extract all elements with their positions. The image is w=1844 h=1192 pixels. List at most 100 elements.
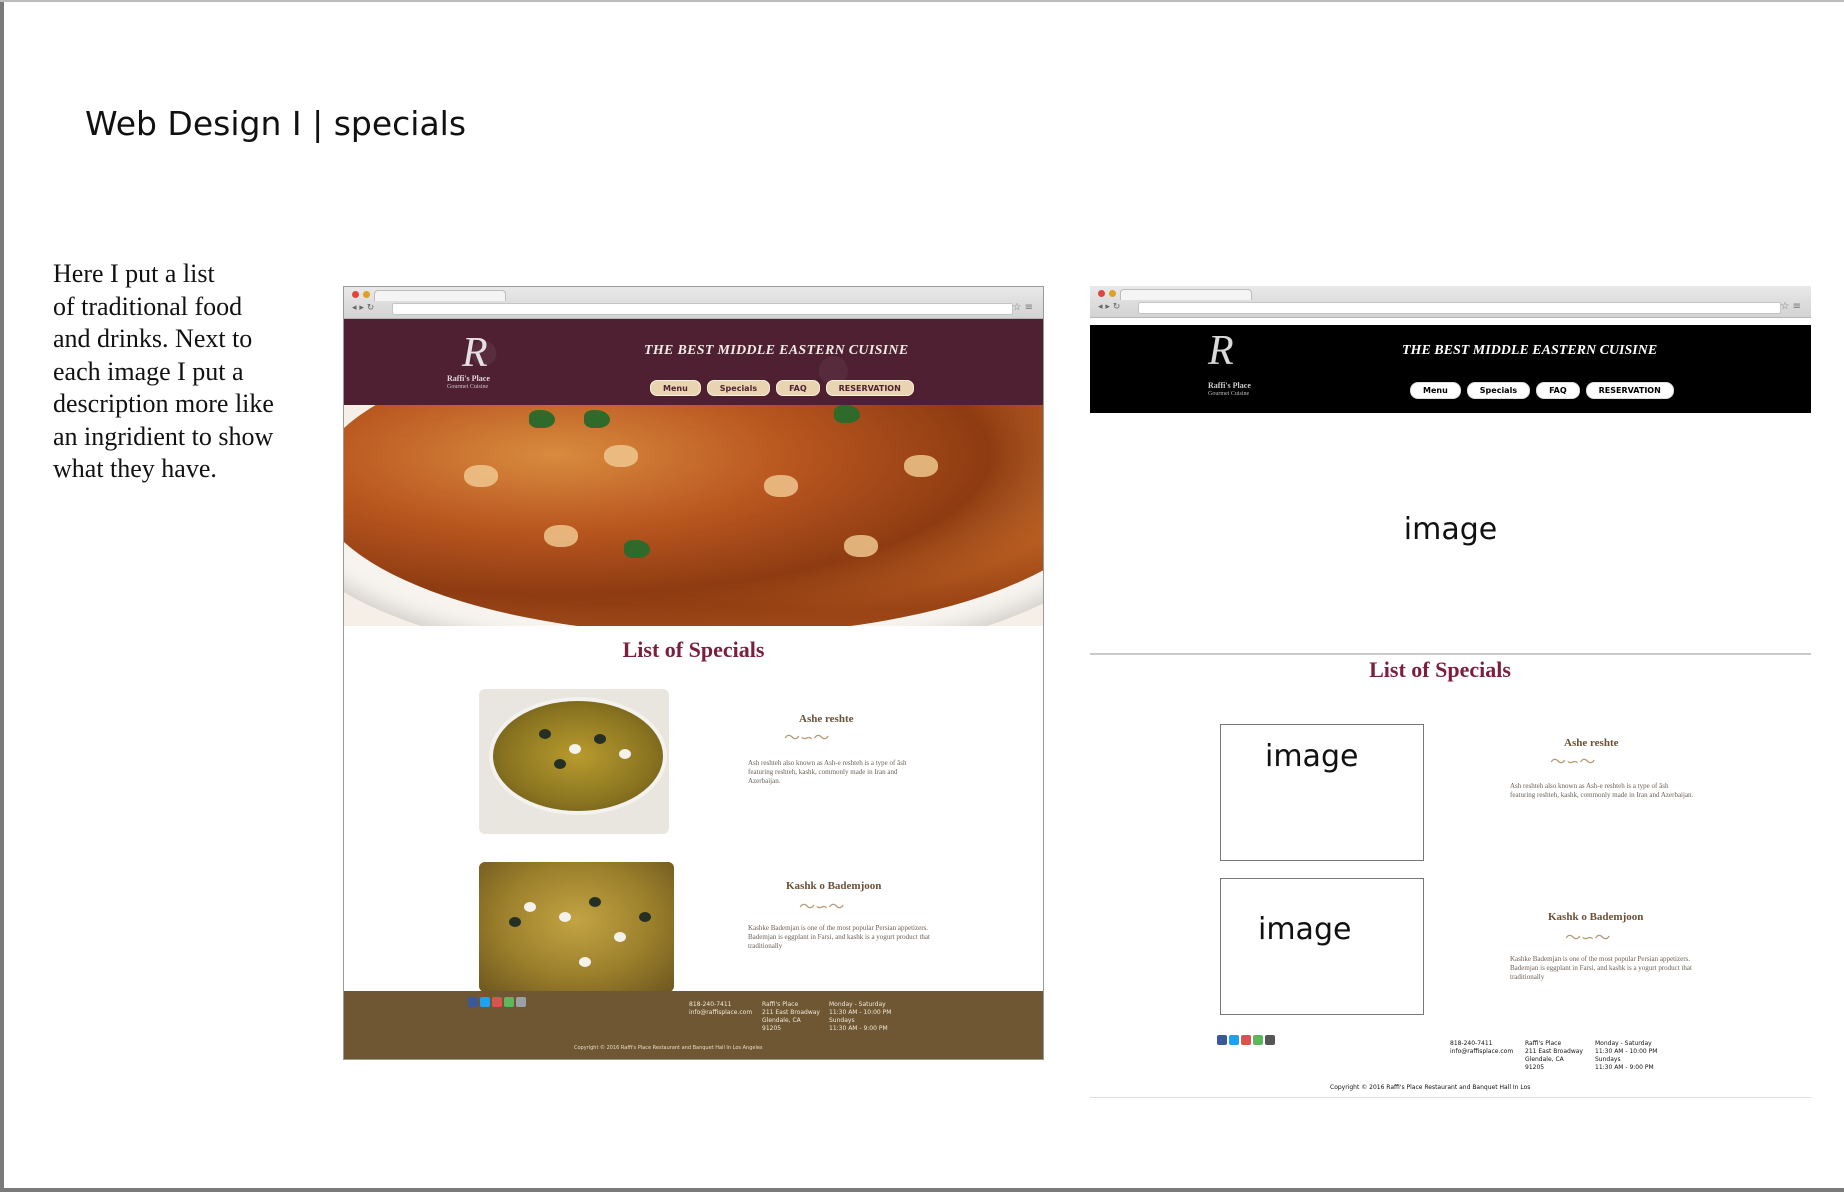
nav-menu-button[interactable]: Menu (650, 380, 701, 396)
site-tagline: THE BEST MIDDLE EASTERN CUISINE (644, 343, 909, 358)
yelp-icon[interactable] (492, 997, 502, 1007)
food-chunk (604, 445, 638, 467)
placeholder-label: image (1258, 912, 1352, 947)
dish-image-placeholder-2: image (1220, 878, 1424, 1015)
dish-image-placeholder-1: image (1220, 724, 1424, 861)
slide-description: Here I put a list of traditional food an… (53, 259, 274, 483)
divider-flourish: 〜∽〜 (784, 728, 830, 747)
garnish-spot (594, 734, 606, 744)
browser-chrome: ◂ ▸ ↻ ☆ ≡ (1090, 286, 1811, 318)
footer-address: Raffi's Place 211 East Broadway Glendale… (762, 1001, 820, 1032)
nav-specials-button[interactable]: Specials (706, 380, 771, 396)
browser-tab[interactable] (374, 290, 506, 301)
garnish-spot (639, 912, 651, 922)
slide-border-bottom (0, 1188, 1844, 1192)
facebook-icon[interactable] (468, 997, 478, 1007)
facebook-icon[interactable] (1217, 1035, 1227, 1045)
minimize-window-icon[interactable] (1109, 290, 1116, 297)
site-footer: 818-240-7411 info@raffisplace.com Raffi'… (344, 991, 1043, 1059)
nav-faq-button[interactable]: FAQ (776, 380, 820, 396)
dish-description-2: Kashke Bademjan is one of the most popul… (748, 924, 930, 950)
yelp-icon[interactable] (1241, 1035, 1251, 1045)
nav-reservation-button[interactable]: RESERVATION (825, 380, 914, 396)
food-chunk (904, 455, 938, 477)
slide-title: Web Design I | specials (85, 104, 467, 143)
logo-subtitle: Gourmet Cuisine (447, 384, 489, 390)
instagram-icon[interactable] (1265, 1035, 1275, 1045)
stew-shape (344, 405, 1043, 626)
herb-garnish (834, 405, 860, 423)
soup-bowl-shape (489, 697, 667, 815)
site-nav: Menu Specials FAQ RESERVATION (1410, 382, 1674, 399)
footer-hours: Monday - Saturday 11:30 AM - 10:00 PM Su… (829, 1001, 892, 1032)
dish-name-2: Kashk o Bademjoon (1548, 911, 1644, 923)
address-bar[interactable] (392, 303, 1013, 315)
dish-image-ashe-reshte (479, 689, 669, 834)
herb-garnish (624, 540, 650, 558)
dish-name-2: Kashk o Bademjoon (786, 880, 882, 892)
garnish-spot (614, 932, 626, 942)
food-chunk (764, 475, 798, 497)
website-wireframe: ◂ ▸ ↻ ☆ ≡ R Raffi's Place Gourmet Cuisin… (1090, 286, 1811, 1101)
twitter-icon[interactable] (480, 997, 490, 1007)
food-chunk (544, 525, 578, 547)
twitter-icon[interactable] (1229, 1035, 1239, 1045)
specials-heading: List of Specials (622, 637, 765, 662)
footer-copyright: Copyright © 2016 Raffi's Place Restauran… (574, 1045, 763, 1051)
slide-border-left (0, 0, 4, 1192)
herb-garnish (529, 410, 555, 428)
food-chunk (464, 465, 498, 487)
footer-contact: 818-240-7411 info@raffisplace.com (689, 1001, 753, 1016)
garnish-spot (509, 917, 521, 927)
browser-tab[interactable] (1120, 289, 1252, 300)
wireframe-header: R Raffi's Place Gourmet Cuisine THE BEST… (1090, 325, 1811, 413)
dish-description-1: Ash reshteh also known as Ash-e reshteh … (1510, 782, 1694, 799)
dish-description-2: Kashke Bademjan is one of the most popul… (1510, 955, 1692, 981)
divider-flourish: 〜∽〜 (799, 897, 845, 916)
bookmark-star-icon[interactable]: ☆ ≡ (1012, 302, 1033, 313)
close-window-icon[interactable] (1098, 290, 1105, 297)
garnish-spot (589, 897, 601, 907)
browser-nav-icons[interactable]: ◂ ▸ ↻ (1098, 302, 1120, 312)
hero-image-placeholder: image (1403, 511, 1498, 547)
footer-copyright: Copyright © 2016 Raffi's Place Restauran… (1330, 1084, 1531, 1091)
dish-image-kashk-o-bademjoon (479, 862, 674, 992)
site-tagline: THE BEST MIDDLE EASTERN CUISINE (1402, 343, 1658, 358)
logo-mark[interactable]: R (1208, 327, 1234, 375)
social-icons (468, 997, 526, 1007)
nav-menu-button[interactable]: Menu (1410, 382, 1461, 399)
instagram-icon[interactable] (516, 997, 526, 1007)
logo-subtitle: Gourmet Cuisine (1208, 391, 1250, 397)
section-divider (1090, 653, 1811, 655)
garnish-spot (524, 902, 536, 912)
address-bar[interactable] (1138, 302, 1781, 314)
logo-name: Raffi's Place (447, 374, 490, 383)
herb-garnish (584, 410, 610, 428)
bookmark-star-icon[interactable]: ☆ ≡ (1780, 301, 1801, 312)
garnish-spot (569, 744, 581, 754)
nav-faq-button[interactable]: FAQ (1536, 382, 1580, 399)
close-window-icon[interactable] (352, 291, 359, 298)
dish-description-1: Ash reshteh also known as Ash-e reshteh … (748, 759, 907, 785)
divider-flourish: 〜∽〜 (1550, 752, 1596, 771)
tripadvisor-icon[interactable] (504, 997, 514, 1007)
browser-nav-icons[interactable]: ◂ ▸ ↻ (352, 303, 374, 313)
footer-hours: Monday - Saturday 11:30 AM - 10:00 PM Su… (1595, 1040, 1658, 1071)
tripadvisor-icon[interactable] (1253, 1035, 1263, 1045)
minimize-window-icon[interactable] (363, 291, 370, 298)
garnish-spot (539, 729, 551, 739)
nav-specials-button[interactable]: Specials (1466, 382, 1531, 399)
site-nav: Menu Specials FAQ RESERVATION (650, 380, 914, 396)
social-icons (1217, 1035, 1275, 1045)
slide-border-top (0, 0, 1844, 2)
footer-address: Raffi's Place 211 East Broadway Glendale… (1525, 1040, 1583, 1071)
browser-chrome: ◂ ▸ ↻ ☆ ≡ (344, 287, 1043, 319)
site-header: R Raffi's Place Gourmet Cuisine THE BEST… (344, 319, 1043, 405)
specials-heading: List of Specials (1369, 657, 1511, 682)
logo-mark[interactable]: R (462, 329, 488, 377)
dish-plate-shape (479, 862, 674, 992)
divider-flourish: 〜∽〜 (1565, 928, 1611, 947)
nav-reservation-button[interactable]: RESERVATION (1585, 382, 1674, 399)
food-chunk (844, 535, 878, 557)
website-screenshot-final: ◂ ▸ ↻ ☆ ≡ R Raffi's Place Gourmet Cuisin… (343, 286, 1044, 1060)
